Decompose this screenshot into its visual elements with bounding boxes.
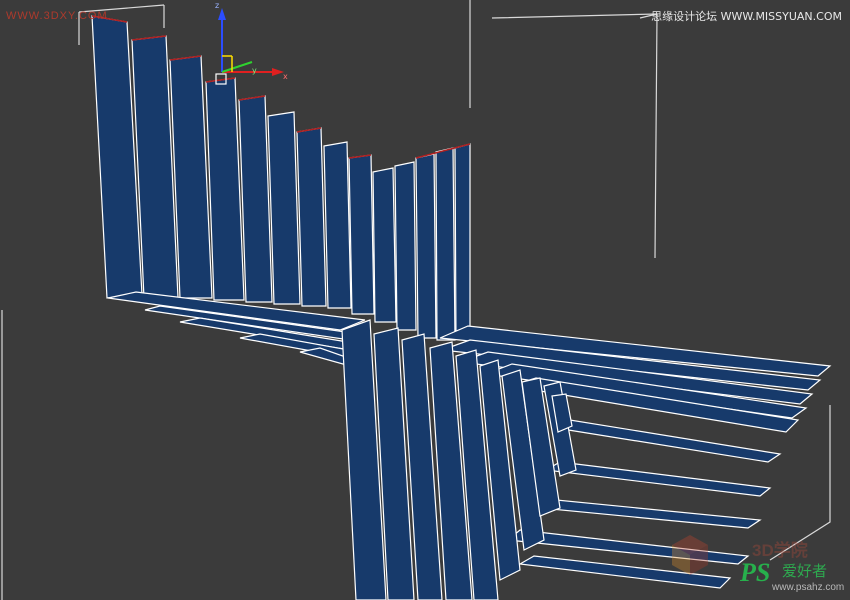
stair-panel — [296, 127, 327, 307]
logo-cn: 爱好者 — [782, 562, 828, 580]
gizmo-z-label: z — [215, 1, 220, 10]
stair-panel — [372, 167, 397, 323]
watermark-cube-logo — [672, 535, 708, 575]
stair-panel — [454, 143, 471, 339]
logo-url: www.psahz.com — [772, 582, 845, 593]
stair-panels-vertical[interactable] — [91, 15, 471, 341]
transform-gizmo[interactable] — [215, 8, 284, 85]
stair-panel — [394, 161, 417, 331]
stair-panel — [205, 77, 245, 301]
stair-panel — [238, 95, 273, 303]
stair-panel — [323, 141, 352, 309]
stair-panel — [415, 153, 437, 339]
stair-tread — [554, 419, 782, 463]
logo-ps: PS — [740, 558, 771, 587]
viewport-scene[interactable] — [0, 0, 850, 600]
3d-viewport[interactable]: WWW.3DXY.COM 思缘设计论坛 WWW.MISSYUAN.COM 3D学… — [0, 0, 850, 600]
stair-panel — [267, 111, 301, 305]
stair-panel — [348, 154, 375, 315]
stair-panel — [435, 147, 456, 341]
gizmo-x-label: x — [283, 72, 288, 81]
stair-tread — [544, 461, 772, 497]
gizmo-y-label: y — [252, 66, 257, 75]
watermark-top-right: 思缘设计论坛 WWW.MISSYUAN.COM — [651, 10, 842, 23]
watermark-top-left: WWW.3DXY.COM — [6, 10, 108, 22]
